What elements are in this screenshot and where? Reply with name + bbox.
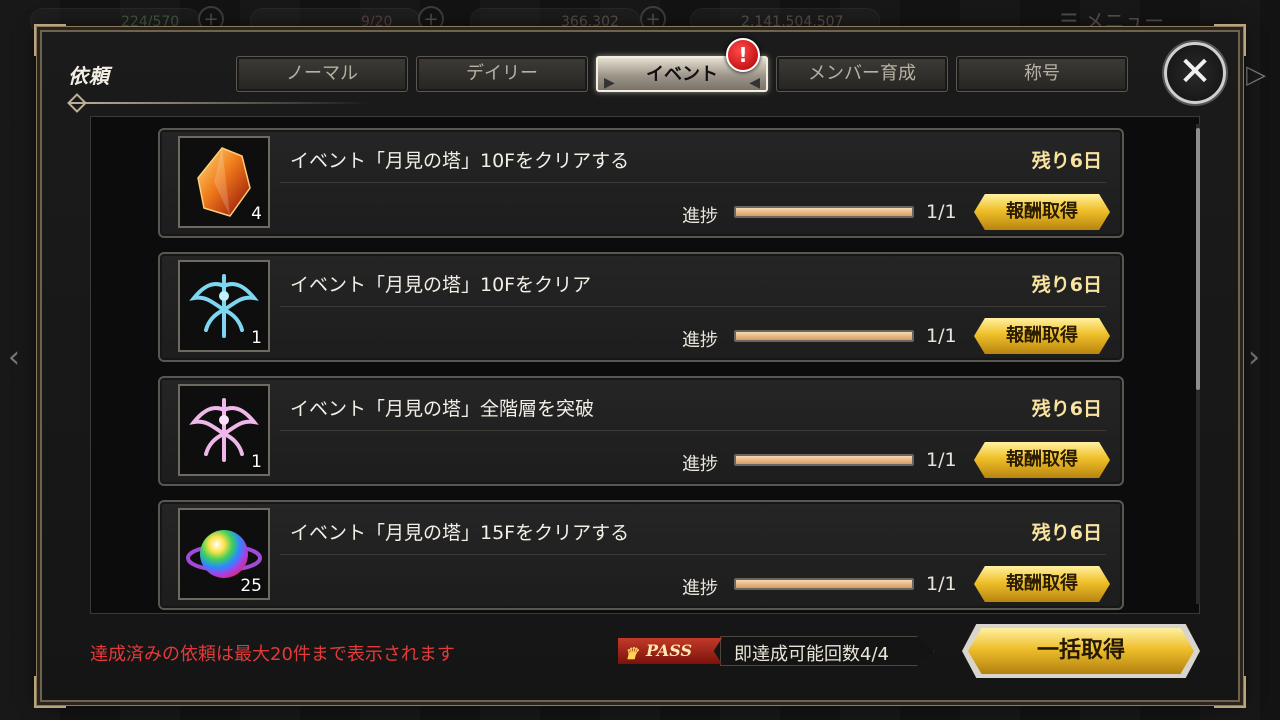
bulk-claim-button[interactable]: 一括取得 <box>968 628 1194 674</box>
close-button[interactable]: ✕ <box>1164 42 1226 104</box>
progress-label: 進捗 <box>682 330 718 351</box>
frame-corner <box>34 676 66 708</box>
reward-count: 25 <box>240 576 262 596</box>
quest-remaining-time: 残り6日 <box>1031 274 1102 296</box>
reward-icon-frame: 25 <box>178 508 270 600</box>
claim-reward-button[interactable]: 報酬取得 <box>974 194 1110 230</box>
progress-bar <box>734 578 914 590</box>
quest-remaining-time: 残り6日 <box>1031 398 1102 420</box>
progress-count: 1/1 <box>926 449 957 471</box>
bp-value: 9/20 <box>361 14 393 30</box>
frame-corner <box>34 24 66 56</box>
quest-title: イベント「月見の塔」10Fをクリアする <box>290 150 630 172</box>
progress-count: 1/1 <box>926 573 957 595</box>
quest-item: 25 イベント「月見の塔」15Fをクリアする 残り6日 進捗 1/1 報酬取得 <box>158 500 1124 610</box>
instant-complete-count: 即達成可能回数4/4 <box>734 644 889 665</box>
quest-title: イベント「月見の塔」10Fをクリア <box>290 274 592 296</box>
progress-bar <box>734 330 914 342</box>
reward-count: 1 <box>251 328 262 348</box>
reward-icon-frame: 1 <box>178 384 270 476</box>
tab-event-label: イベント <box>646 64 718 85</box>
bp-plus-icon: + <box>418 6 444 32</box>
progress-fill <box>736 456 912 464</box>
progress-count: 1/1 <box>926 325 957 347</box>
progress-label: 進捗 <box>682 454 718 475</box>
progress-label: 進捗 <box>682 578 718 599</box>
quest-dialog: 依頼 ノーマル デイリー ▶ イベント ◀ メンバー育成 称号 ! ✕ 4 イベ… <box>34 24 1246 708</box>
reward-count: 1 <box>251 452 262 472</box>
quest-remaining-time: 残り6日 <box>1031 522 1102 544</box>
gold-plus-icon: + <box>640 6 666 32</box>
reward-count: 4 <box>251 204 262 224</box>
ap-plus-icon: + <box>198 6 224 32</box>
claim-reward-button[interactable]: 報酬取得 <box>974 566 1110 602</box>
completion-limit-note: 達成済みの依頼は最大20件まで表示されます <box>90 644 455 665</box>
dialog-title: 依頼 <box>68 64 110 88</box>
tab-arrow-right-icon: ◀ <box>749 75 760 91</box>
divider <box>280 306 1106 307</box>
ap-value: 224/570 <box>121 14 180 30</box>
pass-badge: ♛ PASS <box>618 638 722 664</box>
reward-icon-frame: 1 <box>178 260 270 352</box>
tab-arrow-left-icon: ▶ <box>604 75 615 91</box>
tab-titles[interactable]: 称号 <box>956 56 1128 92</box>
progress-fill <box>736 580 912 588</box>
quest-item: 1 イベント「月見の塔」全階層を突破 残り6日 進捗 1/1 報酬取得 <box>158 376 1124 486</box>
tab-daily[interactable]: デイリー <box>416 56 588 92</box>
crown-icon: ♛ <box>624 644 639 663</box>
chevron-left-icon: ‹ <box>8 340 20 375</box>
progress-bar <box>734 454 914 466</box>
coin-value: 2,141,504,507 <box>741 14 844 30</box>
reward-icon-frame: 4 <box>178 136 270 228</box>
quest-title: イベント「月見の塔」15Fをクリアする <box>290 522 630 544</box>
close-icon: ✕ <box>1178 49 1212 95</box>
progress-fill <box>736 332 912 340</box>
scrollbar-thumb[interactable] <box>1196 128 1200 390</box>
tab-normal[interactable]: ノーマル <box>236 56 408 92</box>
divider <box>280 554 1106 555</box>
title-ornament-diamond <box>67 93 87 113</box>
quest-item: 1 イベント「月見の塔」10Fをクリア 残り6日 進捗 1/1 報酬取得 <box>158 252 1124 362</box>
quest-title: イベント「月見の塔」全階層を突破 <box>290 398 595 420</box>
quest-remaining-time: 残り6日 <box>1031 150 1102 172</box>
alert-badge-icon: ! <box>726 38 760 72</box>
arrow-right-icon: ▷ <box>1246 60 1266 90</box>
progress-fill <box>736 208 912 216</box>
gold-value: 366,302 <box>561 14 619 30</box>
frame-corner <box>1214 24 1246 56</box>
claim-reward-button[interactable]: 報酬取得 <box>974 318 1110 354</box>
title-ornament <box>68 102 368 104</box>
tab-member-training[interactable]: メンバー育成 <box>776 56 948 92</box>
divider <box>280 182 1106 183</box>
progress-count: 1/1 <box>926 201 957 223</box>
frame-corner <box>1214 676 1246 708</box>
chevron-right-icon: › <box>1248 340 1260 375</box>
progress-bar <box>734 206 914 218</box>
claim-reward-button[interactable]: 報酬取得 <box>974 442 1110 478</box>
progress-label: 進捗 <box>682 206 718 227</box>
pass-label: PASS <box>646 641 693 660</box>
divider <box>280 430 1106 431</box>
quest-item: 4 イベント「月見の塔」10Fをクリアする 残り6日 進捗 1/1 報酬取得 <box>158 128 1124 238</box>
